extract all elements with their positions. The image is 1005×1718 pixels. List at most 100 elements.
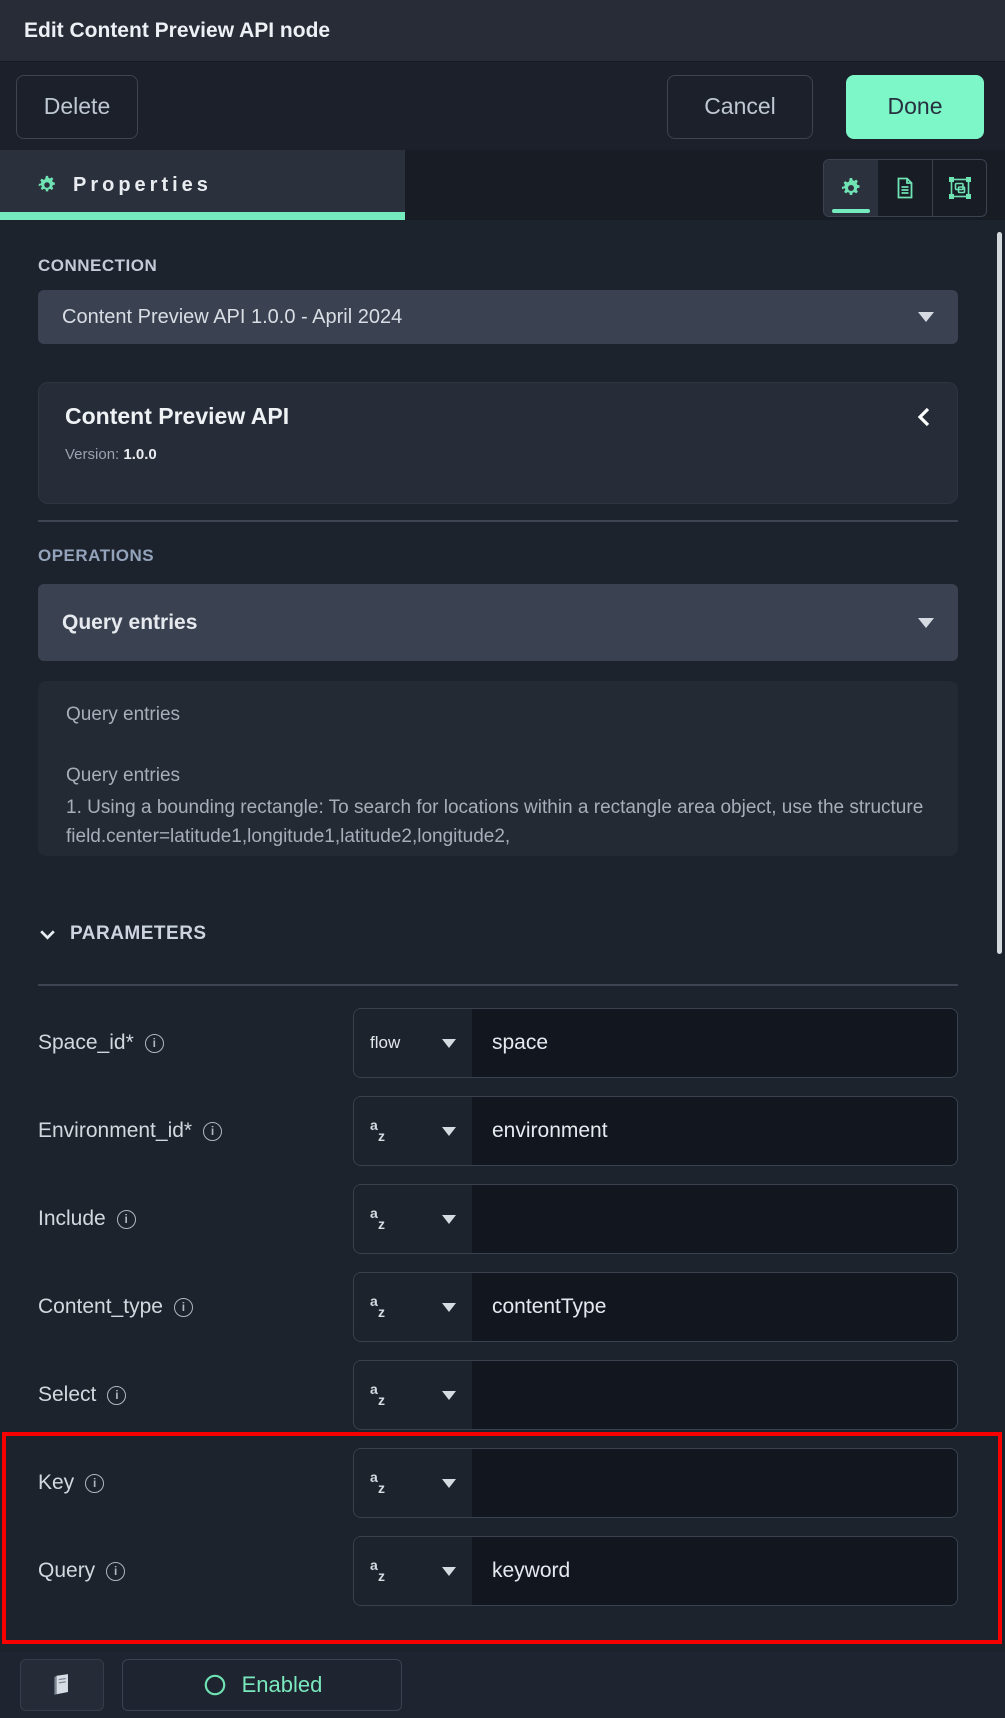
parameter-value-input[interactable] (472, 1449, 957, 1517)
operation-description-text: 1. Using a bounding rectangle: To search… (66, 794, 930, 851)
connection-select[interactable]: Content Preview API 1.0.0 - April 2024 (38, 290, 958, 344)
tab-appearance-icon-button[interactable] (932, 160, 986, 216)
parameter-row: Space_id* i az flow space (38, 1008, 958, 1078)
info-icon[interactable]: i (85, 1474, 104, 1493)
parameter-row: Content_type i az contentType (38, 1272, 958, 1342)
parameter-value-input[interactable] (472, 1361, 957, 1429)
type-select[interactable]: az (354, 1185, 472, 1253)
panel-tab-icons (823, 159, 987, 217)
string-type-icon: az (370, 1384, 385, 1406)
operations-section-label: OPERATIONS (38, 546, 958, 566)
connection-select-value: Content Preview API 1.0.0 - April 2024 (62, 306, 402, 329)
string-type-icon: az (370, 1296, 385, 1318)
version-label: Version: (65, 446, 119, 463)
parameter-input-group: az contentType (353, 1272, 958, 1342)
action-bar: Delete Cancel Done (0, 63, 1005, 150)
document-icon (893, 176, 917, 200)
parameter-value-input[interactable]: environment (472, 1097, 957, 1165)
delete-button[interactable]: Delete (16, 75, 138, 139)
operation-summary: Query entries (66, 701, 930, 730)
chevron-down-icon (442, 1127, 456, 1136)
section-divider (38, 520, 958, 522)
chevron-down-icon (442, 1479, 456, 1488)
parameter-label-text: Space_id* (38, 1031, 134, 1055)
parameter-rows: Space_id* i az flow space Environment_id… (38, 1008, 958, 1606)
parameter-value-input[interactable]: contentType (472, 1273, 957, 1341)
parameter-value-input[interactable]: keyword (472, 1537, 957, 1605)
parameter-label: Select i (38, 1383, 353, 1407)
parameter-row: Environment_id* i az environment (38, 1096, 958, 1166)
book-icon (49, 1672, 75, 1698)
parameter-label: Key i (38, 1471, 353, 1495)
parameter-row: Key i az (38, 1448, 958, 1518)
parameter-label-text: Content_type (38, 1295, 163, 1319)
chevron-down-icon (918, 312, 934, 322)
parameter-label: Query i (38, 1559, 353, 1583)
properties-panel: CONNECTION Content Preview API 1.0.0 - A… (0, 220, 1005, 1652)
info-icon[interactable]: i (174, 1298, 193, 1317)
parameter-label: Content_type i (38, 1295, 353, 1319)
info-icon[interactable]: i (106, 1562, 125, 1581)
info-icon[interactable]: i (145, 1034, 164, 1053)
parameter-label: Space_id* i (38, 1031, 353, 1055)
connection-version: Version: 1.0.0 (65, 446, 931, 463)
parameter-label-text: Key (38, 1471, 74, 1495)
parameter-value-input[interactable] (472, 1185, 957, 1253)
enabled-toggle-button[interactable]: Enabled (122, 1659, 402, 1711)
gear-icon (36, 174, 58, 196)
tab-properties-icon-button[interactable] (824, 160, 878, 216)
dialog-titlebar: Edit Content Preview API node (0, 0, 1005, 62)
chevron-down-icon (442, 1567, 456, 1576)
chevron-down-icon (442, 1303, 456, 1312)
docs-button[interactable] (20, 1659, 104, 1711)
parameter-value-input[interactable]: space (472, 1009, 957, 1077)
chevron-down-icon (442, 1039, 456, 1048)
parameters-section-toggle[interactable]: PARAMETERS (38, 922, 958, 946)
operations-select[interactable]: Query entries (38, 584, 958, 661)
parameter-input-group: az (353, 1184, 958, 1254)
done-button[interactable]: Done (846, 75, 984, 139)
type-select[interactable]: az (354, 1537, 472, 1605)
parameter-input-group: az environment (353, 1096, 958, 1166)
collapse-card-button[interactable] (915, 405, 933, 429)
dialog-title: Edit Content Preview API node (24, 19, 330, 43)
chevron-down-icon (442, 1391, 456, 1400)
tab-properties-label: Properties (73, 174, 212, 197)
type-select[interactable]: az (354, 1449, 472, 1517)
type-select[interactable]: az (354, 1273, 472, 1341)
info-icon[interactable]: i (117, 1210, 136, 1229)
circle-icon (202, 1672, 228, 1698)
version-value: 1.0.0 (123, 446, 156, 463)
tab-active-underline (0, 212, 405, 220)
operation-description-box: Query entries Query entries 1. Using a b… (38, 681, 958, 856)
enabled-label: Enabled (242, 1672, 323, 1698)
connection-section-label: CONNECTION (38, 256, 958, 276)
type-select[interactable]: az flow (354, 1009, 472, 1077)
string-type-icon: az (370, 1208, 385, 1230)
operations-select-value: Query entries (62, 611, 197, 635)
parameter-input-group: az keyword (353, 1536, 958, 1606)
chevron-down-icon (38, 925, 57, 944)
info-icon[interactable]: i (203, 1122, 222, 1141)
parameter-row: Include i az (38, 1184, 958, 1254)
connection-info-card: Content Preview API Version: 1.0.0 (38, 382, 958, 504)
parameter-label-text: Query (38, 1559, 95, 1583)
gear-icon (839, 176, 863, 200)
type-select[interactable]: az (354, 1097, 472, 1165)
parameter-input-group: az (353, 1360, 958, 1430)
operation-description-title: Query entries (66, 762, 930, 791)
parameter-input-group: az flow space (353, 1008, 958, 1078)
parameter-label: Include i (38, 1207, 353, 1231)
tab-properties[interactable]: Properties (0, 150, 405, 220)
scrollbar-thumb[interactable] (997, 232, 1002, 954)
connection-card-title: Content Preview API (65, 403, 931, 430)
string-type-icon: az (370, 1472, 385, 1494)
parameter-label-text: Select (38, 1383, 96, 1407)
cancel-button[interactable]: Cancel (667, 75, 813, 139)
parameter-row: Query i az keyword (38, 1536, 958, 1606)
string-type-icon: az (370, 1120, 385, 1142)
type-select-value: flow (370, 1033, 400, 1053)
type-select[interactable]: az (354, 1361, 472, 1429)
info-icon[interactable]: i (107, 1386, 126, 1405)
tab-description-icon-button[interactable] (878, 160, 932, 216)
